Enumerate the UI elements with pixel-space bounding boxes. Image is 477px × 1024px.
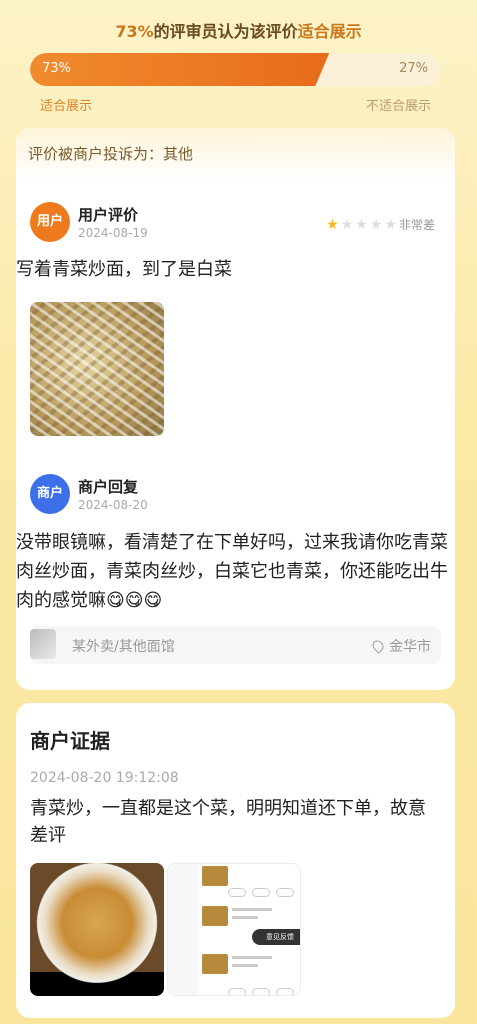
star-icon: ★ — [369, 216, 383, 233]
merchant-reply-date: 2024-08-20 — [78, 498, 148, 512]
screenshot-button — [252, 988, 270, 995]
screenshot-button — [228, 888, 246, 897]
star-icon: ★ — [340, 216, 354, 233]
evidence-title: 商户证据 — [30, 729, 110, 753]
agree-percent: 73% — [42, 61, 71, 76]
star-icon: ★ — [355, 216, 368, 233]
star-icon: ★ — [384, 216, 397, 233]
agree-label: 适合展示 — [40, 99, 93, 114]
rating-text: 非常差 — [398, 218, 435, 232]
screenshot-dish-thumb — [202, 866, 228, 886]
verdict-result: 适合展示 — [297, 22, 362, 41]
evidence-photo-dish[interactable] — [30, 863, 164, 996]
evidence-text: 青菜炒，一直都是这个菜，明明知道还下单，故意差评 — [30, 798, 426, 846]
user-review-photo[interactable] — [30, 302, 164, 436]
screenshot-sidebar — [168, 864, 198, 995]
evidence-card: 商户证据 2024-08-20 19:12:08 青菜炒，一直都是这个菜，明明知… — [16, 703, 455, 1018]
location-pin-icon — [370, 638, 386, 654]
screenshot-text-line — [232, 956, 272, 959]
star-rating: ★ ★ ★ ★ ★ 非常差 — [324, 216, 435, 233]
complaint-reason: 评价被商户投诉为：其他 — [16, 128, 455, 180]
screenshot-text-line — [232, 964, 258, 967]
vote-progress-fill — [30, 53, 329, 86]
disagree-label: 不适合展示 — [365, 99, 431, 114]
disagree-percent: 27% — [399, 61, 428, 76]
shop-info-bar[interactable]: 某外卖/其他面馆 金华市 — [30, 626, 441, 664]
screenshot-dish-thumb — [202, 954, 228, 974]
review-card: 评价被商户投诉为：其他 用户 用户评价 2024-08-19 ★ ★ ★ ★ ★… — [16, 128, 455, 690]
screenshot-feedback-tab: 意见反馈 — [252, 929, 300, 945]
user-review-date: 2024-08-19 — [78, 226, 148, 240]
user-review-text: 写着青菜炒面，到了是白菜 — [16, 259, 232, 280]
shop-city: 金华市 — [389, 639, 431, 655]
verdict-headline: 73%的评审员认为该评价适合展示 — [0, 18, 477, 42]
screenshot-button — [228, 988, 246, 995]
user-avatar: 用户 — [30, 202, 70, 242]
evidence-photo-screenshot[interactable]: 意见反馈 — [167, 863, 301, 996]
screenshot-button — [276, 888, 294, 897]
user-review-header: 用户 用户评价 2024-08-19 ★ ★ ★ ★ ★ 非常差 — [30, 202, 441, 242]
verdict-middle-text: 的评审员认为该评价 — [153, 22, 298, 41]
shop-location: 金华市 — [370, 636, 431, 656]
shop-thumbnail — [30, 629, 56, 659]
merchant-avatar: 商户 — [30, 474, 70, 514]
screenshot-text-line — [232, 908, 272, 911]
evidence-time: 2024-08-20 19:12:08 — [30, 770, 179, 786]
screenshot-button — [252, 888, 270, 897]
screenshot-text-line — [232, 916, 258, 919]
star-icon: ★ — [326, 216, 339, 233]
verdict-percent: 73% — [115, 22, 154, 41]
screenshot-dish-thumb — [202, 906, 228, 926]
vote-progress-bar: 73% 27% — [30, 53, 440, 86]
merchant-reply-header: 商户 商户回复 2024-08-20 — [30, 474, 441, 514]
shop-name: 某外卖/其他面馆 — [72, 639, 175, 655]
user-review-title: 用户评价 — [78, 206, 139, 224]
merchant-reply-title: 商户回复 — [78, 478, 139, 496]
merchant-reply-text: 没带眼镜嘛，看清楚了在下单好吗，过来我请你吃青菜肉丝炒面，青菜肉丝炒，白菜它也青… — [16, 532, 448, 611]
screenshot-button — [276, 988, 294, 995]
